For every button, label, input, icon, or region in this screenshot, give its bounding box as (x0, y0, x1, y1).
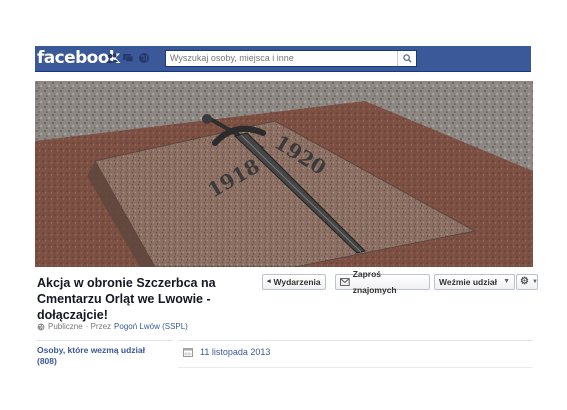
date-divider (178, 367, 533, 368)
attendees-link[interactable]: Osoby, które wezmą udział (808) (37, 345, 172, 367)
messages-icon[interactable] (121, 51, 135, 65)
content-divider (178, 340, 533, 341)
attendees-count: (808) (37, 356, 57, 366)
search-placeholder: Wyszukaj osoby, miejsca i inne (170, 53, 294, 63)
envelope-icon (340, 278, 350, 286)
friends-icon[interactable] (105, 51, 119, 65)
events-button[interactable]: ◂ Wydarzenia (262, 274, 326, 290)
event-date-row: 11 listopada 2013 (183, 347, 270, 357)
top-navigation-bar: facebook Wyszukaj osoby, miejsca i inne (35, 46, 531, 72)
globe-privacy-icon (37, 323, 45, 330)
cover-photo-image: 1918 1920 (35, 81, 533, 267)
event-title-line: Cmentarzu Orląt we Lwowie - (37, 292, 211, 306)
globe-icon[interactable] (137, 51, 151, 65)
join-button[interactable]: Weźmie udział ▼ (434, 274, 515, 290)
search-icon (402, 54, 412, 63)
chevron-down-icon: ▼ (503, 278, 510, 285)
attendees-label: Osoby, które wezmą udział (37, 345, 146, 355)
event-title-line: Akcja w obronie Szczerbca na (37, 276, 216, 290)
event-title-line: dołączajcie! (37, 308, 108, 322)
host-prefix: · Przez (85, 322, 112, 331)
search-button[interactable] (397, 51, 416, 66)
invite-button-label: Zaproś znajomych (352, 269, 397, 295)
calendar-icon (183, 348, 193, 357)
event-meta: Publiczne · Przez Pogoń Lwów (SSPL) (37, 322, 188, 331)
event-title: Akcja w obronie Szczerbca na Cmentarzu O… (37, 275, 247, 323)
privacy-label: Publiczne (48, 322, 83, 331)
settings-button[interactable]: ⚙ ▼ (516, 274, 538, 290)
chevron-down-icon: ▼ (531, 279, 538, 285)
join-button-label: Weźmie udział (439, 277, 497, 287)
search-input[interactable]: Wyszukaj osoby, miejsca i inne (165, 50, 417, 67)
invite-friends-button[interactable]: Zaproś znajomych (335, 269, 430, 295)
events-button-label: Wydarzenia (273, 277, 321, 287)
notification-jewels (105, 51, 151, 65)
chevron-left-icon: ◂ (267, 278, 271, 285)
event-cover-photo[interactable]: 1918 1920 (35, 81, 533, 267)
event-date[interactable]: 11 listopada 2013 (200, 347, 270, 357)
gear-icon: ⚙ (520, 276, 529, 287)
sidebar-divider (37, 340, 173, 341)
host-link[interactable]: Pogoń Lwów (SSPL) (114, 322, 188, 331)
